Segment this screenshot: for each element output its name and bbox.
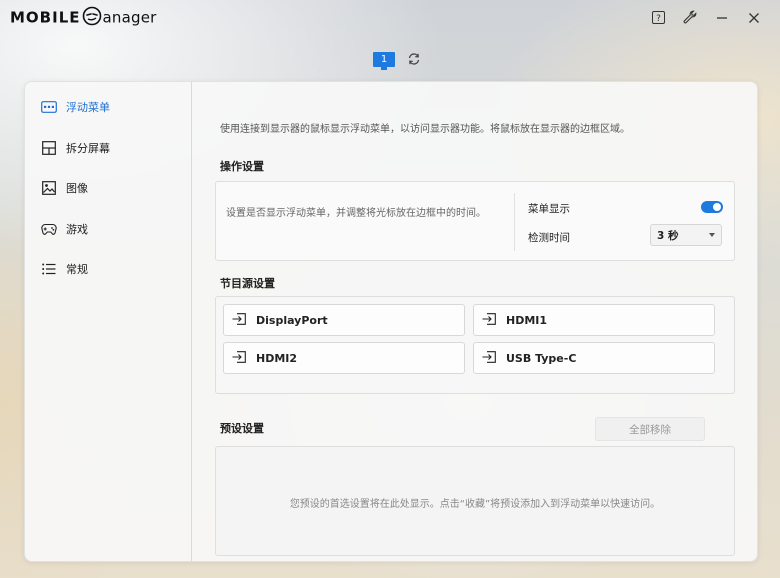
operation-settings-help: 设置是否显示浮动菜单，并调整将光标放在边框中的时间。: [226, 208, 486, 219]
source-usb-type-c-button[interactable]: USB Type-C: [473, 342, 715, 374]
refresh-icon[interactable]: [407, 51, 421, 70]
monitor-number: 1: [380, 53, 388, 65]
remove-all-button[interactable]: 全部移除: [595, 417, 705, 441]
chevron-down-icon: [709, 233, 715, 237]
monitor-1-tab[interactable]: 1: [373, 51, 395, 70]
sidebar-item-label: 拆分屏幕: [66, 142, 110, 155]
input-source-icon: [232, 312, 246, 328]
page-description: 使用连接到显示器的鼠标显示浮动菜单，以访问显示器功能。将鼠标放在显示器的边框区域…: [220, 124, 630, 135]
input-source-icon: [482, 312, 496, 328]
app-title-mark: MOBILE: [10, 8, 81, 27]
preset-settings-title: 预设设置: [220, 422, 264, 435]
source-displayport-button[interactable]: DisplayPort: [223, 304, 465, 336]
split-screen-icon: [41, 140, 57, 156]
close-icon: [748, 9, 760, 28]
menu-display-toggle[interactable]: [701, 201, 723, 213]
input-source-icon: [232, 350, 246, 366]
minimize-icon: [716, 9, 728, 28]
sidebar-item-label: 游戏: [66, 223, 88, 236]
sidebar: 浮动菜单 拆分屏幕 图像 游戏 常规: [25, 82, 192, 561]
source-label: HDMI2: [256, 351, 298, 365]
content-area: 使用连接到显示器的鼠标显示浮动菜单，以访问显示器功能。将鼠标放在显示器的边框区域…: [191, 82, 735, 561]
main-panel: 浮动菜单 拆分屏幕 图像 游戏 常规 使用连接到显示器的鼠标显示浮动菜单，以访问…: [24, 81, 758, 562]
settings-button[interactable]: [674, 8, 706, 28]
sidebar-item-game[interactable]: 游戏: [41, 219, 88, 239]
source-settings-title: 节目源设置: [220, 277, 275, 290]
wrench-icon: [683, 9, 697, 28]
source-label: USB Type-C: [506, 351, 577, 365]
input-source-icon: [482, 350, 496, 366]
gamepad-icon: [41, 221, 57, 237]
menu-card-icon: [41, 99, 57, 115]
title-bar: MOBILE anager ?: [0, 0, 780, 34]
app-title: MOBILE anager: [10, 6, 157, 30]
sidebar-item-label: 浮动菜单: [66, 101, 110, 114]
detect-time-select[interactable]: 3 秒: [650, 224, 722, 246]
sidebar-item-floating-menu[interactable]: 浮动菜单: [41, 97, 110, 117]
help-icon: ?: [651, 9, 665, 28]
divider: [514, 193, 515, 251]
minimize-button[interactable]: [706, 8, 738, 28]
list-icon: [41, 261, 57, 277]
menu-display-label: 菜单显示: [528, 203, 570, 215]
sidebar-item-image[interactable]: 图像: [41, 178, 88, 198]
app-title-suffix: anager: [102, 8, 157, 27]
help-button[interactable]: ?: [642, 8, 674, 28]
detect-time-value: 3 秒: [657, 229, 679, 242]
source-label: HDMI1: [506, 313, 548, 327]
sidebar-item-label: 图像: [66, 182, 88, 195]
close-button[interactable]: [738, 8, 770, 28]
app-logo: MOBILE anager: [10, 6, 157, 30]
svg-text:?: ?: [656, 14, 661, 24]
preset-list-area: 您预设的首选设置将在此处显示。点击“收藏”将预设添加入到浮动菜单以快速访问。: [215, 446, 735, 556]
sidebar-item-split-screen[interactable]: 拆分屏幕: [41, 138, 110, 158]
logo-face-icon: [82, 6, 102, 30]
monitor-selector: 1: [373, 48, 421, 70]
source-label: DisplayPort: [256, 313, 328, 327]
source-settings-card: DisplayPort HDMI1 HDMI2 USB Type-C: [215, 296, 735, 394]
source-hdmi2-button[interactable]: HDMI2: [223, 342, 465, 374]
sidebar-item-label: 常规: [66, 263, 88, 276]
image-icon: [41, 180, 57, 196]
sidebar-item-general[interactable]: 常规: [41, 259, 88, 279]
operation-settings-card: 设置是否显示浮动菜单，并调整将光标放在边框中的时间。 菜单显示 检测时间 3 秒: [215, 181, 735, 261]
detect-time-label: 检测时间: [528, 232, 570, 244]
operation-settings-title: 操作设置: [220, 160, 264, 173]
preset-empty-message: 您预设的首选设置将在此处显示。点击“收藏”将预设添加入到浮动菜单以快速访问。: [289, 499, 661, 510]
source-hdmi1-button[interactable]: HDMI1: [473, 304, 715, 336]
